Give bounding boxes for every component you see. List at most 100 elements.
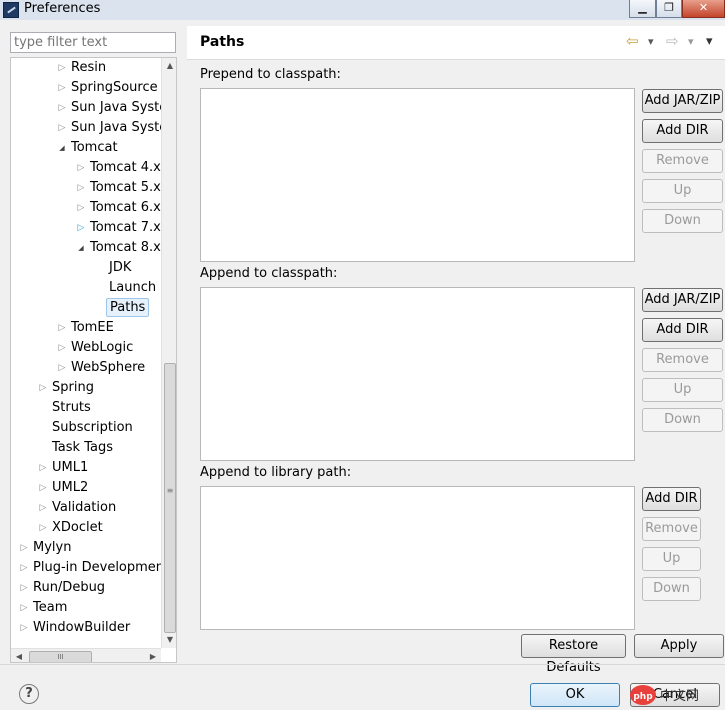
prepend-up-button[interactable]: Up: [642, 179, 723, 203]
apply-button[interactable]: Apply: [634, 634, 724, 658]
tree-item[interactable]: Subscription: [11, 418, 161, 438]
prepend-down-button[interactable]: Down: [642, 209, 723, 233]
tree-item[interactable]: Task Tags: [11, 438, 161, 458]
tree-item[interactable]: ▷ Tomcat 5.x: [11, 178, 161, 198]
scroll-right-arrow[interactable]: ▶: [145, 649, 161, 662]
close-button[interactable]: ✕: [682, 0, 725, 18]
tree-item[interactable]: ▷ Sun Java Syster: [11, 98, 161, 118]
library-add-dir-button[interactable]: Add DIR: [642, 487, 701, 511]
tree-item[interactable]: ▷ Tomcat 6.x: [11, 198, 161, 218]
tree-vertical-scrollbar[interactable]: ▲ ≡ ▼: [161, 58, 176, 648]
watermark-text: 中文网: [660, 689, 699, 704]
tree-item[interactable]: ▷ Resin: [11, 58, 161, 78]
tree-item[interactable]: JDK: [11, 258, 161, 278]
tree-item[interactable]: ◢ Tomcat 8.x: [11, 238, 161, 258]
prepend-add-dir-button[interactable]: Add DIR: [642, 119, 723, 143]
prepend-add-jar-button[interactable]: Add JAR/ZIP: [642, 89, 723, 113]
expand-arrow-icon[interactable]: ▷: [38, 478, 48, 498]
tree-item-label: Resin: [71, 60, 107, 75]
library-remove-button[interactable]: Remove: [642, 517, 701, 541]
tree-item[interactable]: Launch: [11, 278, 161, 298]
ok-button[interactable]: OK: [530, 683, 620, 707]
scroll-left-arrow[interactable]: ◀: [11, 649, 27, 662]
expand-arrow-icon[interactable]: ▷: [19, 578, 29, 598]
append-up-button[interactable]: Up: [642, 378, 723, 402]
expand-arrow-icon[interactable]: ▷: [19, 558, 29, 578]
tree-item[interactable]: ▷ Sun Java Syster: [11, 118, 161, 138]
tree-item[interactable]: ▷ Mylyn: [11, 538, 161, 558]
filter-input[interactable]: [10, 32, 176, 53]
expand-arrow-icon[interactable]: ▷: [38, 518, 48, 538]
expand-arrow-icon[interactable]: ▷: [38, 458, 48, 478]
expand-arrow-icon[interactable]: ▷: [19, 598, 29, 618]
expand-arrow-icon[interactable]: ▷: [57, 358, 67, 378]
append-remove-button[interactable]: Remove: [642, 348, 723, 372]
help-icon[interactable]: ?: [19, 684, 39, 704]
expand-arrow-icon[interactable]: ▷: [76, 198, 86, 218]
tree-item-label: Tomcat 6.x: [90, 200, 161, 215]
tree-item[interactable]: ▷ XDoclet: [11, 518, 161, 538]
tree-item[interactable]: ▷ WebSphere: [11, 358, 161, 378]
forward-arrow-icon[interactable]: ⇨: [666, 32, 679, 50]
scroll-up-arrow[interactable]: ▲: [162, 58, 176, 74]
library-path-label: Append to library path:: [200, 465, 352, 480]
expand-arrow-icon[interactable]: ▷: [57, 58, 67, 78]
library-path-list[interactable]: [200, 486, 635, 630]
tree-item[interactable]: ▷ WebLogic: [11, 338, 161, 358]
view-menu-icon[interactable]: ▾: [706, 34, 713, 49]
expand-arrow-icon[interactable]: ▷: [38, 378, 48, 398]
tree-item-label: Mylyn: [33, 540, 72, 555]
tree-item[interactable]: ▷ WindowBuilder: [11, 618, 161, 638]
expand-arrow-icon[interactable]: ▷: [57, 318, 67, 338]
library-up-button[interactable]: Up: [642, 547, 701, 571]
forward-menu-chevron-icon[interactable]: ▾: [688, 35, 694, 48]
expand-arrow-icon[interactable]: ▷: [19, 618, 29, 638]
tree-item-label: Tomcat: [71, 140, 118, 155]
append-add-jar-button[interactable]: Add JAR/ZIP: [642, 288, 723, 312]
tree-item[interactable]: ▷ Plug-in Development: [11, 558, 161, 578]
prepend-remove-button[interactable]: Remove: [642, 149, 723, 173]
expand-arrow-icon[interactable]: ▷: [57, 98, 67, 118]
library-down-button[interactable]: Down: [642, 577, 701, 601]
prepend-classpath-list[interactable]: [200, 88, 635, 262]
append-add-dir-button[interactable]: Add DIR: [642, 318, 723, 342]
tree-item[interactable]: ▷ Tomcat 4.x: [11, 158, 161, 178]
vertical-scroll-thumb[interactable]: ≡: [164, 363, 176, 633]
tree-item[interactable]: ▷ SpringSource: [11, 78, 161, 98]
horizontal-scroll-thumb[interactable]: III: [29, 651, 92, 662]
tree-item[interactable]: ▷ TomEE: [11, 318, 161, 338]
collapse-arrow-icon[interactable]: ◢: [76, 238, 86, 258]
append-classpath-list[interactable]: [200, 287, 635, 461]
tree-item[interactable]: ▷ Validation: [11, 498, 161, 518]
tree-item[interactable]: ▷ UML2: [11, 478, 161, 498]
expand-arrow-icon[interactable]: ▷: [57, 78, 67, 98]
expand-arrow-icon[interactable]: ▷: [76, 218, 86, 238]
tree-item[interactable]: Struts: [11, 398, 161, 418]
expand-arrow-icon[interactable]: ▷: [19, 538, 29, 558]
tree-item[interactable]: ▷ Spring: [11, 378, 161, 398]
tree-item[interactable]: ▷ Tomcat 7.x: [11, 218, 161, 238]
tree-horizontal-scrollbar[interactable]: ◀ III ▶: [11, 648, 161, 662]
restore-defaults-button[interactable]: Restore Defaults: [521, 634, 626, 675]
tree-item-label: WebSphere: [71, 360, 146, 375]
back-menu-chevron-icon[interactable]: ▾: [648, 35, 654, 48]
tree-item-label: Paths: [106, 298, 150, 317]
tree-item[interactable]: ▷ Team: [11, 598, 161, 618]
tree-item[interactable]: ◢ Tomcat: [11, 138, 161, 158]
maximize-button[interactable]: ❐: [656, 0, 682, 18]
minimize-button[interactable]: ▁: [629, 0, 656, 18]
tree-item-label: TomEE: [71, 320, 114, 335]
expand-arrow-icon[interactable]: ▷: [38, 498, 48, 518]
scroll-down-arrow[interactable]: ▼: [162, 632, 176, 648]
tree-item[interactable]: ▷ Run/Debug: [11, 578, 161, 598]
tree-item-label: Struts: [52, 400, 91, 415]
append-down-button[interactable]: Down: [642, 408, 723, 432]
expand-arrow-icon[interactable]: ▷: [57, 338, 67, 358]
back-arrow-icon[interactable]: ⇦: [626, 32, 639, 50]
expand-arrow-icon[interactable]: ▷: [76, 158, 86, 178]
expand-arrow-icon[interactable]: ▷: [57, 118, 67, 138]
tree-item[interactable]: ▷ UML1: [11, 458, 161, 478]
expand-arrow-icon[interactable]: ▷: [76, 178, 86, 198]
tree-item[interactable]: Paths: [11, 298, 161, 318]
collapse-arrow-icon[interactable]: ◢: [57, 138, 67, 158]
